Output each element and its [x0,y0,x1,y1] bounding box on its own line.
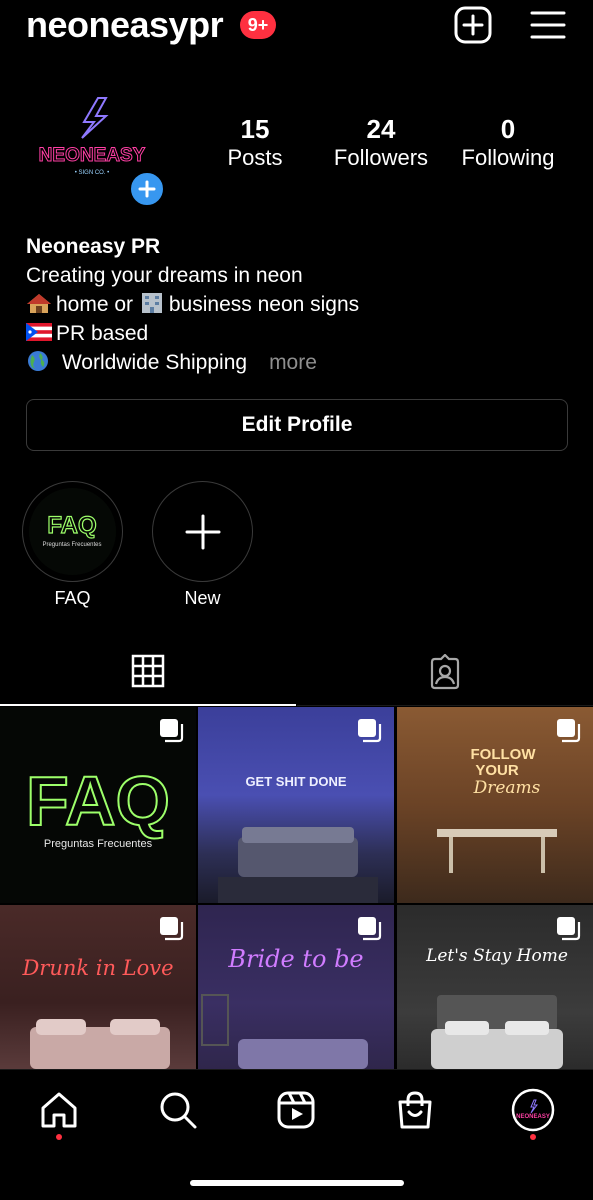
plus-icon [138,180,156,198]
post-thumbnail[interactable]: Let's Stay Home [397,905,593,1069]
menu-button[interactable] [530,8,566,42]
highlight-cover: FAQ Preguntas Frecuentes [22,481,123,582]
top-bar: neoneasypr 9+ [0,0,593,56]
home-icon [41,1092,77,1128]
svg-text:Preguntas Frecuentes: Preguntas Frecuentes [42,542,101,548]
tab-tagged[interactable] [297,640,593,706]
tagged-person-icon [430,654,460,690]
nav-reels[interactable] [274,1088,318,1132]
carousel-icon [160,719,184,743]
svg-text:Drunk in Love: Drunk in Love [21,956,173,980]
followers-label: Followers [333,145,429,170]
bio-line: PR based [26,319,566,348]
home-indicator [190,1180,404,1186]
shop-bag-icon [398,1091,432,1129]
profile-display-name: Neoneasy PR [26,235,161,258]
following-count: 0 [500,114,516,144]
post-thumbnail[interactable]: FAQ Preguntas Frecuentes [0,707,196,903]
following-stat[interactable]: 0 Following [452,114,564,172]
bio-more-link[interactable]: more [269,351,317,374]
carousel-icon [557,917,581,941]
svg-text:FAQ: FAQ [47,512,96,539]
faq-cover-image: FAQ Preguntas Frecuentes [29,488,116,575]
carousel-icon [358,917,382,941]
svg-text:Let's Stay Home: Let's Stay Home [425,946,568,966]
reels-icon [277,1091,315,1129]
carousel-icon [160,917,184,941]
hamburger-menu-icon [530,11,566,39]
highlight-label: FAQ [54,588,91,608]
post-thumbnail[interactable]: Drunk in Love [0,905,196,1069]
svg-text:Preguntas Frecuentes: Preguntas Frecuentes [44,838,153,850]
tab-posts-grid[interactable] [0,640,296,706]
house-emoji-icon [27,294,51,313]
carousel-icon [358,719,382,743]
profile-username[interactable]: neoneasypr [26,4,224,46]
highlight-new[interactable]: New [152,481,253,609]
bio-line: home or business neon signs [26,290,566,319]
svg-text:NEONEASY: NEONEASY [39,145,146,166]
plus-icon [185,514,221,550]
post-thumbnail[interactable]: FOLLOW YOUR Dreams [397,707,593,903]
svg-text:Bride to be: Bride to be [227,945,363,973]
carousel-icon [557,719,581,743]
puerto-rico-flag-icon [26,323,52,341]
followers-stat[interactable]: 24 Followers [326,114,436,172]
svg-text:GET SHIT DONE: GET SHIT DONE [245,774,346,789]
highlight-cover [152,481,253,582]
following-label: Following [461,145,555,170]
bio-line: Worldwide Shipping more [26,348,566,377]
plus-square-icon [454,6,492,44]
highlight-label: New [184,588,221,608]
posts-grid: FAQ Preguntas Frecuentes GET SHIT DONE F… [0,707,593,1069]
highlight-faq[interactable]: FAQ Preguntas Frecuentes FAQ [22,481,123,609]
posts-count: 15 [240,114,270,144]
svg-text:YOUR: YOUR [475,762,519,779]
bio-line: Creating your dreams in neon [26,264,303,287]
office-building-emoji-icon [141,293,162,313]
nav-search[interactable] [156,1088,200,1132]
create-post-button[interactable] [454,6,492,44]
edit-profile-button[interactable]: Edit Profile [26,399,568,451]
nav-shop[interactable] [393,1088,437,1132]
svg-text:Dreams: Dreams [473,778,541,798]
svg-text:FOLLOW: FOLLOW [471,746,537,763]
svg-text:FAQ: FAQ [26,762,170,840]
add-story-button[interactable] [127,169,167,209]
globe-emoji-icon [28,351,48,371]
notification-dot [530,1134,536,1140]
posts-label: Posts [227,145,283,170]
post-thumbnail[interactable]: GET SHIT DONE [198,707,394,903]
notification-dot [56,1134,62,1140]
profile-bio: Neoneasy PR Creating your dreams in neon… [26,232,566,377]
posts-stat[interactable]: 15 Posts [215,114,295,172]
profile-avatar-icon: NEONEASY [511,1088,555,1132]
followers-count: 24 [366,114,396,144]
search-icon [160,1092,197,1129]
notification-badge[interactable]: 9+ [240,11,276,39]
svg-text:• SIGN CO. •: • SIGN CO. • [75,170,110,176]
grid-icon [131,654,165,688]
nav-profile[interactable]: NEONEASY [511,1088,555,1132]
profile-tabs [0,640,593,706]
nav-home[interactable] [37,1088,81,1132]
post-thumbnail[interactable]: Bride to be [198,905,394,1069]
svg-text:NEONEASY: NEONEASY [516,1114,550,1120]
